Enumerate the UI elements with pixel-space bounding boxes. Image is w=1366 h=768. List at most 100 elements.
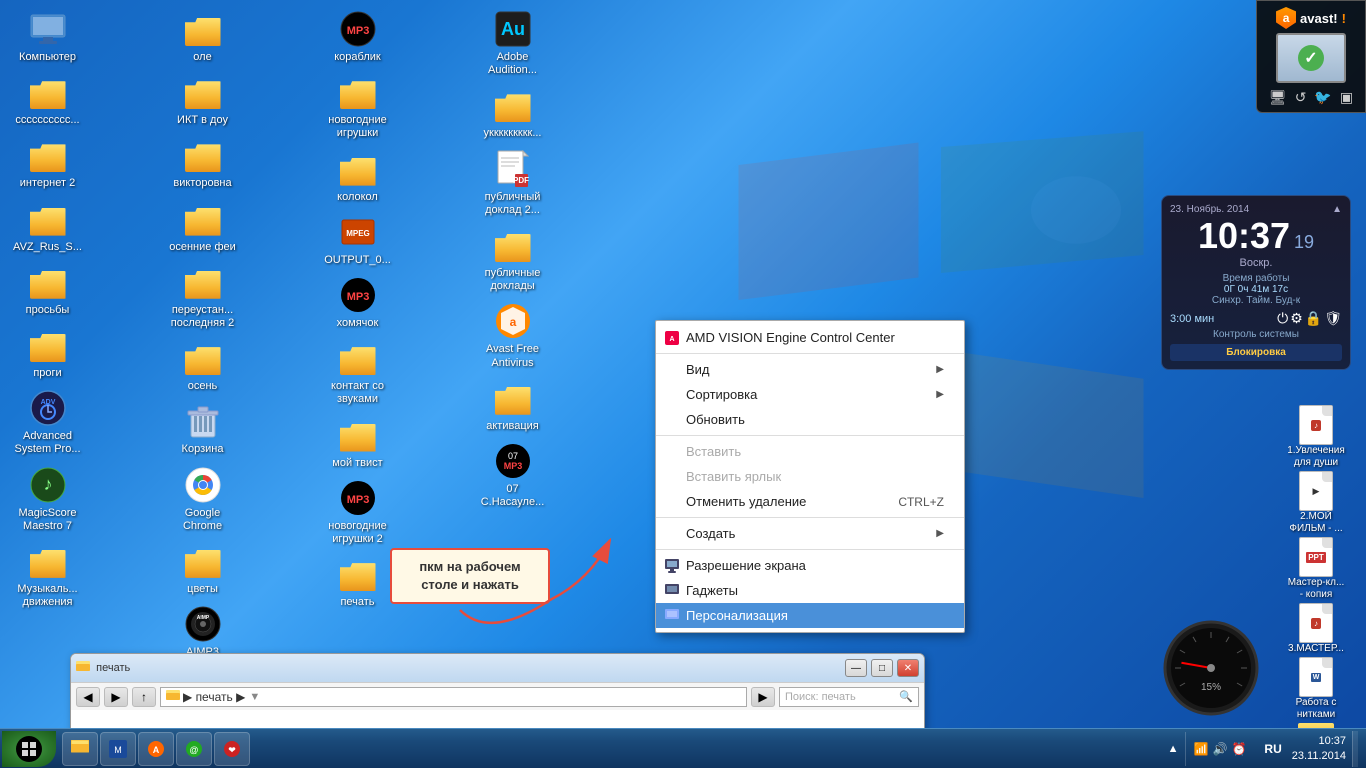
start-button[interactable] xyxy=(2,731,56,767)
icon-public-doc-label: публичный доклад 2... xyxy=(485,191,541,217)
explorer-go-button[interactable]: ▶ xyxy=(751,687,775,707)
explorer-search-text: Поиск: печать xyxy=(785,691,895,703)
show-desktop-button[interactable] xyxy=(1352,731,1358,767)
icon-activation-label: активация xyxy=(486,420,538,433)
ctx-view[interactable]: Вид ▶ xyxy=(656,357,964,382)
context-menu: A AMD VISION Engine Control Center Вид ▶… xyxy=(655,320,965,633)
icon-advanced[interactable]: ADV Advanced System Pro... xyxy=(5,384,90,460)
ctx-create[interactable]: Создать ▶ xyxy=(656,521,964,546)
file-icon-master3[interactable]: ♪ 3.МАСТЕР... xyxy=(1271,603,1361,655)
ctx-undo-shortcut: CTRL+Z xyxy=(898,495,944,509)
ctx-undo[interactable]: Отменить удаление CTRL+Z xyxy=(656,489,964,514)
icon-internet2[interactable]: интернет 2 xyxy=(5,131,90,194)
ctx-sep3 xyxy=(656,517,964,518)
clock-lock-icon[interactable]: 🔒 xyxy=(1305,310,1322,327)
icon-recycle[interactable]: Корзина xyxy=(160,397,245,460)
window-minimize-button[interactable]: — xyxy=(845,659,867,677)
icon-ole[interactable]: оле xyxy=(160,5,245,68)
ctx-refresh[interactable]: Обновить xyxy=(656,407,964,432)
avast-icon-1: 🖥 xyxy=(1269,89,1287,106)
icon-autumn-fey-label: осенние феи xyxy=(169,241,236,254)
icon-activation[interactable]: активация xyxy=(470,374,555,437)
window-maximize-button[interactable]: □ xyxy=(871,659,893,677)
icon-public-doc[interactable]: PDF публичный доклад 2... xyxy=(470,145,555,221)
ctx-sort[interactable]: Сортировка ▶ xyxy=(656,382,964,407)
clock-expand[interactable]: ▲ xyxy=(1332,204,1342,215)
icon-viktorovna[interactable]: викторовна xyxy=(160,131,245,194)
icon-ukkk[interactable]: уккккккккк... xyxy=(470,81,555,144)
explorer-path-dropdown[interactable]: ▼ xyxy=(249,691,260,703)
ctx-personalize[interactable]: Персонализация xyxy=(656,603,964,628)
svg-text:M: M xyxy=(114,745,122,755)
icon-ship[interactable]: MP3 кораблик xyxy=(315,5,400,68)
icon-bell[interactable]: колокол xyxy=(315,145,400,208)
ctx-gadgets[interactable]: Гаджеты xyxy=(656,578,964,603)
clock-power-icon[interactable]: ⏻ xyxy=(1277,310,1288,327)
icon-khomyachok[interactable]: MP3 хомячок xyxy=(315,271,400,334)
svg-text:❤: ❤ xyxy=(228,745,236,755)
ctx-amd-icon: A xyxy=(664,330,680,346)
tray-expand-icon[interactable]: ▲ xyxy=(1168,743,1179,755)
icon-progi[interactable]: проги xyxy=(5,321,90,384)
icon-requests[interactable]: просьбы xyxy=(5,258,90,321)
icon-kontakt[interactable]: контакт со звуками xyxy=(315,334,400,410)
window-close-button[interactable]: ✕ xyxy=(897,659,919,677)
tray-clock[interactable]: 10:37 23.11.2014 xyxy=(1292,734,1346,763)
taskbar-email-button[interactable]: @ xyxy=(176,732,212,766)
ctx-resolution-label: Разрешение экрана xyxy=(686,558,806,573)
icon-autumn-fey[interactable]: осенние феи xyxy=(160,195,245,258)
taskbar-avz-button[interactable]: A xyxy=(138,732,174,766)
right-file-icons: ♪ 1.Увлечениядля души ▶ 2.МОЙФИЛЬМ - ...… xyxy=(1271,405,1361,768)
icon-newyear[interactable]: новогодние игрушки xyxy=(315,68,400,144)
clock-lock-label[interactable]: Блокировка xyxy=(1170,344,1342,361)
icon-mytwist[interactable]: мой твист xyxy=(315,411,400,474)
icon-magicscore[interactable]: ♪ MagicScore Maestro 7 xyxy=(5,461,90,537)
clock-date: 23. Ноябрь. 2014 xyxy=(1170,204,1249,215)
file-icon-uvlecheniya[interactable]: ♪ 1.Увлечениядля души xyxy=(1271,405,1361,469)
clock-time-row: 10:37 19 xyxy=(1170,215,1342,257)
explorer-forward-button[interactable]: ▶ xyxy=(104,687,128,707)
icon-chrome[interactable]: Google Chrome xyxy=(160,461,245,537)
ctx-paste-shortcut-label: Вставить ярлык xyxy=(686,469,781,484)
clock-widget: 23. Ноябрь. 2014 ▲ 10:37 19 Воскр. Время… xyxy=(1161,195,1351,370)
explorer-up-button[interactable]: ↑ xyxy=(132,687,156,707)
explorer-path[interactable]: ▶ печать ▶ ▼ xyxy=(160,687,747,707)
svg-text:Au: Au xyxy=(501,19,525,39)
file-icon-film[interactable]: ▶ 2.МОЙФИЛЬМ - ... xyxy=(1271,471,1361,535)
taskbar-btn2[interactable]: M xyxy=(100,732,136,766)
tray-language[interactable]: RU xyxy=(1260,742,1285,756)
ctx-sort-label: Сортировка xyxy=(686,387,757,402)
icon-folder-sss[interactable]: сссссссссс... xyxy=(5,68,90,131)
clock-shield-icon[interactable]: 🛡 xyxy=(1324,310,1342,327)
taskbar-btn5[interactable]: ❤ xyxy=(214,732,250,766)
icon-avast-free[interactable]: a Avast Free Antivirus xyxy=(470,297,555,373)
ctx-personalize-icon xyxy=(664,608,680,624)
icon-flowers[interactable]: цветы xyxy=(160,537,245,600)
icon-computer[interactable]: Компьютер xyxy=(5,5,90,68)
ctx-amd[interactable]: A AMD VISION Engine Control Center xyxy=(656,325,964,350)
icon-music[interactable]: Музыкаль... движения xyxy=(5,537,90,613)
icon-adobe-au[interactable]: Au Adobe Audition... xyxy=(470,5,555,81)
icon-avz[interactable]: AVZ_Rus_S... xyxy=(5,195,90,258)
icon-mp3-07[interactable]: 07MP3 07 С.Насауле... xyxy=(470,437,555,513)
file-icon-master-copy[interactable]: PPT Мастер-кл...- копия xyxy=(1271,537,1361,601)
icon-public-reports[interactable]: публичные доклады xyxy=(470,221,555,297)
icon-autumn[interactable]: осень xyxy=(160,334,245,397)
icon-ikt[interactable]: ИКТ в доу xyxy=(160,68,245,131)
icon-print-label: печать xyxy=(340,596,374,609)
taskbar-explorer-button[interactable] xyxy=(62,732,98,766)
explorer-search[interactable]: Поиск: печать 🔍 xyxy=(779,687,919,707)
icon-newyear2[interactable]: MP3 новогодние игрушки 2 xyxy=(315,474,400,550)
explorer-title: печать xyxy=(76,661,841,675)
taskbar: M A @ ❤ ▲ 📶 🔊 ⏰ RU 10:37 23.11.2014 xyxy=(0,728,1366,768)
explorer-back-button[interactable]: ◀ xyxy=(76,687,100,707)
file-icon-rabota[interactable]: W Работа снитками xyxy=(1271,657,1361,721)
icon-print[interactable]: печать xyxy=(315,550,400,613)
ctx-paste[interactable]: Вставить xyxy=(656,439,964,464)
icon-output[interactable]: MPEG OUTPUT_0... xyxy=(315,208,400,271)
icon-reinstall[interactable]: переустан... последняя 2 xyxy=(160,258,245,334)
ctx-paste-shortcut[interactable]: Вставить ярлык xyxy=(656,464,964,489)
clock-gear-icon[interactable]: ⚙ xyxy=(1290,310,1303,327)
ctx-resolution[interactable]: Разрешение экрана xyxy=(656,553,964,578)
ctx-amd-label: AMD VISION Engine Control Center xyxy=(686,330,895,345)
